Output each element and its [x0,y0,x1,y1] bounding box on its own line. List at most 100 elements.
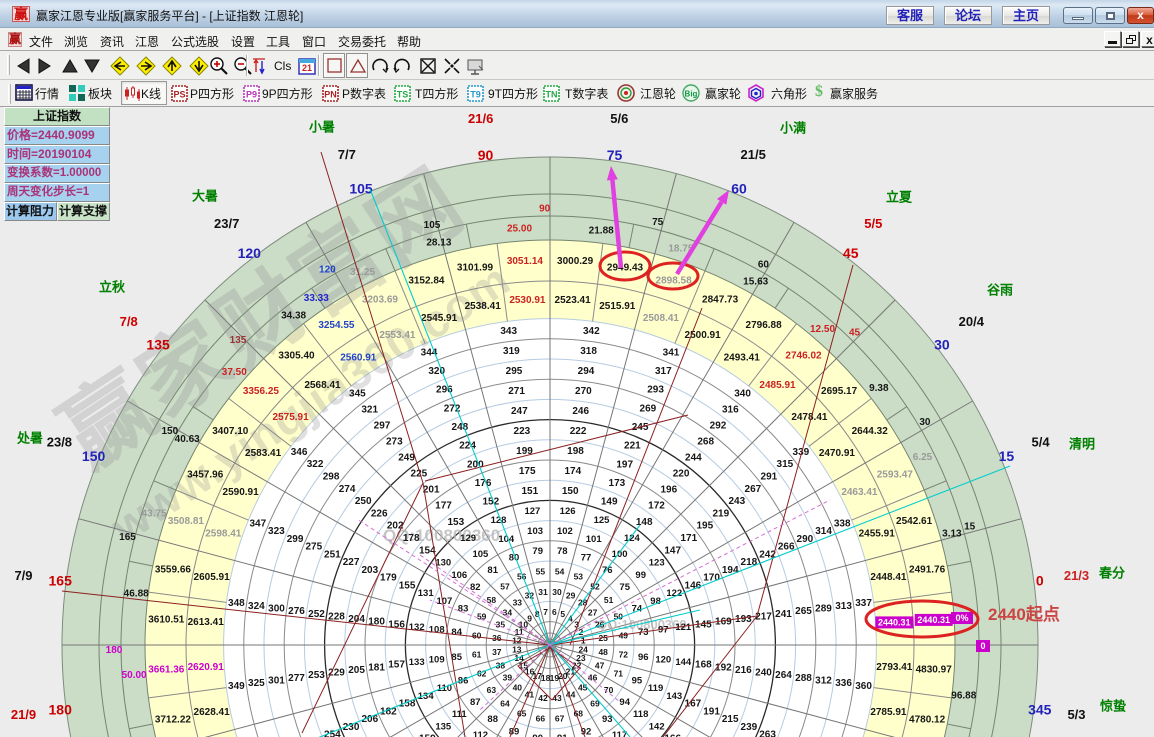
svg-text:99: 99 [635,570,646,581]
svg-text:338: 338 [834,519,851,530]
svg-text:33.33: 33.33 [304,293,329,304]
svg-text:2620.91: 2620.91 [188,662,225,673]
svg-text:2485.91: 2485.91 [759,380,796,391]
svg-text:27: 27 [588,607,598,617]
svg-text:120: 120 [319,265,336,276]
svg-text:119: 119 [648,683,663,694]
svg-text:60: 60 [758,259,770,270]
svg-text:180: 180 [49,702,73,718]
svg-text:2491.76: 2491.76 [909,565,946,576]
svg-text:2523.41: 2523.41 [555,295,592,306]
svg-text:3.13: 3.13 [942,528,962,539]
svg-text:30: 30 [552,587,562,597]
svg-text:178: 178 [403,533,420,544]
svg-text:103: 103 [527,526,543,537]
svg-text:7/7: 7/7 [338,147,356,162]
svg-text:202: 202 [387,521,404,532]
svg-text:45: 45 [843,245,859,261]
svg-text:43.75: 43.75 [142,509,167,520]
svg-text:4780.12: 4780.12 [909,715,946,726]
svg-text:147: 147 [664,545,681,556]
svg-text:7: 7 [543,607,548,617]
svg-text:15.63: 15.63 [743,277,768,288]
svg-text:34.38: 34.38 [281,311,306,322]
svg-text:2545.91: 2545.91 [421,313,458,324]
svg-text:346: 346 [291,447,308,458]
svg-text:87: 87 [470,697,481,708]
svg-text:300: 300 [268,604,285,615]
svg-text:2605.91: 2605.91 [194,572,231,583]
svg-text:0%: 0% [955,613,968,623]
svg-text:2613.41: 2613.41 [188,617,225,628]
svg-text:3457.96: 3457.96 [187,469,224,480]
svg-text:276: 276 [288,606,305,617]
svg-text:2590.91: 2590.91 [223,487,260,498]
svg-text:TS: TS [397,90,409,100]
svg-text:133: 133 [409,657,425,668]
svg-text:360: 360 [855,681,872,692]
svg-text:33: 33 [513,597,523,607]
svg-text:81: 81 [487,565,498,576]
svg-text:176: 176 [475,478,492,489]
svg-text:6: 6 [552,607,557,617]
svg-text:2898.58: 2898.58 [656,275,693,286]
svg-text:29: 29 [566,590,576,600]
svg-text:大暑: 大暑 [192,189,218,204]
svg-text:343: 343 [500,326,517,337]
svg-text:129: 129 [460,533,476,544]
svg-text:84: 84 [451,627,462,638]
svg-text:90: 90 [478,147,494,163]
svg-text:127: 127 [524,506,540,517]
svg-text:3254.55: 3254.55 [318,320,355,331]
svg-text:239: 239 [741,722,758,733]
svg-text:345: 345 [349,389,366,400]
svg-text:167: 167 [685,699,702,710]
svg-text:274: 274 [339,484,356,495]
svg-text:75: 75 [619,582,630,593]
svg-text:3000.29: 3000.29 [557,256,594,267]
svg-text:295: 295 [506,366,523,377]
svg-text:111: 111 [452,709,468,720]
svg-text:221: 221 [624,441,641,452]
svg-text:2560.91: 2560.91 [340,353,377,364]
svg-text:53: 53 [574,572,584,582]
svg-text:153: 153 [447,517,464,528]
svg-text:3305.40: 3305.40 [278,350,315,361]
svg-text:165: 165 [119,532,136,543]
svg-text:105: 105 [472,549,489,560]
svg-text:246: 246 [572,406,589,417]
svg-text:春分: 春分 [1098,566,1125,581]
svg-text:3101.99: 3101.99 [457,262,494,273]
svg-text:57: 57 [500,581,510,591]
svg-text:60: 60 [472,630,482,640]
svg-text:39: 39 [503,673,513,683]
svg-text:275: 275 [305,542,322,553]
svg-text:15: 15 [999,448,1015,464]
svg-text:105: 105 [424,220,441,231]
svg-text:23/7: 23/7 [214,216,239,231]
svg-text:7/9: 7/9 [14,568,32,583]
svg-text:271: 271 [508,386,525,397]
svg-text:72: 72 [619,650,629,660]
svg-text:88: 88 [487,714,498,725]
svg-text:2530.91: 2530.91 [509,295,546,306]
svg-text:322: 322 [307,459,324,470]
svg-text:250: 250 [355,496,372,507]
svg-text:168: 168 [695,660,712,671]
svg-text:77: 77 [581,553,592,564]
svg-text:30: 30 [934,336,950,352]
svg-text:131: 131 [418,588,435,599]
svg-text:37.50: 37.50 [222,367,247,378]
svg-text:319: 319 [503,346,520,357]
svg-text:47: 47 [595,661,605,671]
svg-text:316: 316 [722,405,739,416]
svg-text:4830.97: 4830.97 [916,665,953,676]
svg-text:61: 61 [472,650,482,660]
svg-text:345: 345 [1028,702,1052,718]
svg-text:惊蛰: 惊蛰 [1100,699,1126,714]
svg-text:2746.02: 2746.02 [785,350,822,361]
svg-text:2949.43: 2949.43 [607,262,644,273]
svg-text:340: 340 [734,389,751,400]
svg-text:152: 152 [482,497,499,508]
svg-text:123: 123 [649,558,665,569]
